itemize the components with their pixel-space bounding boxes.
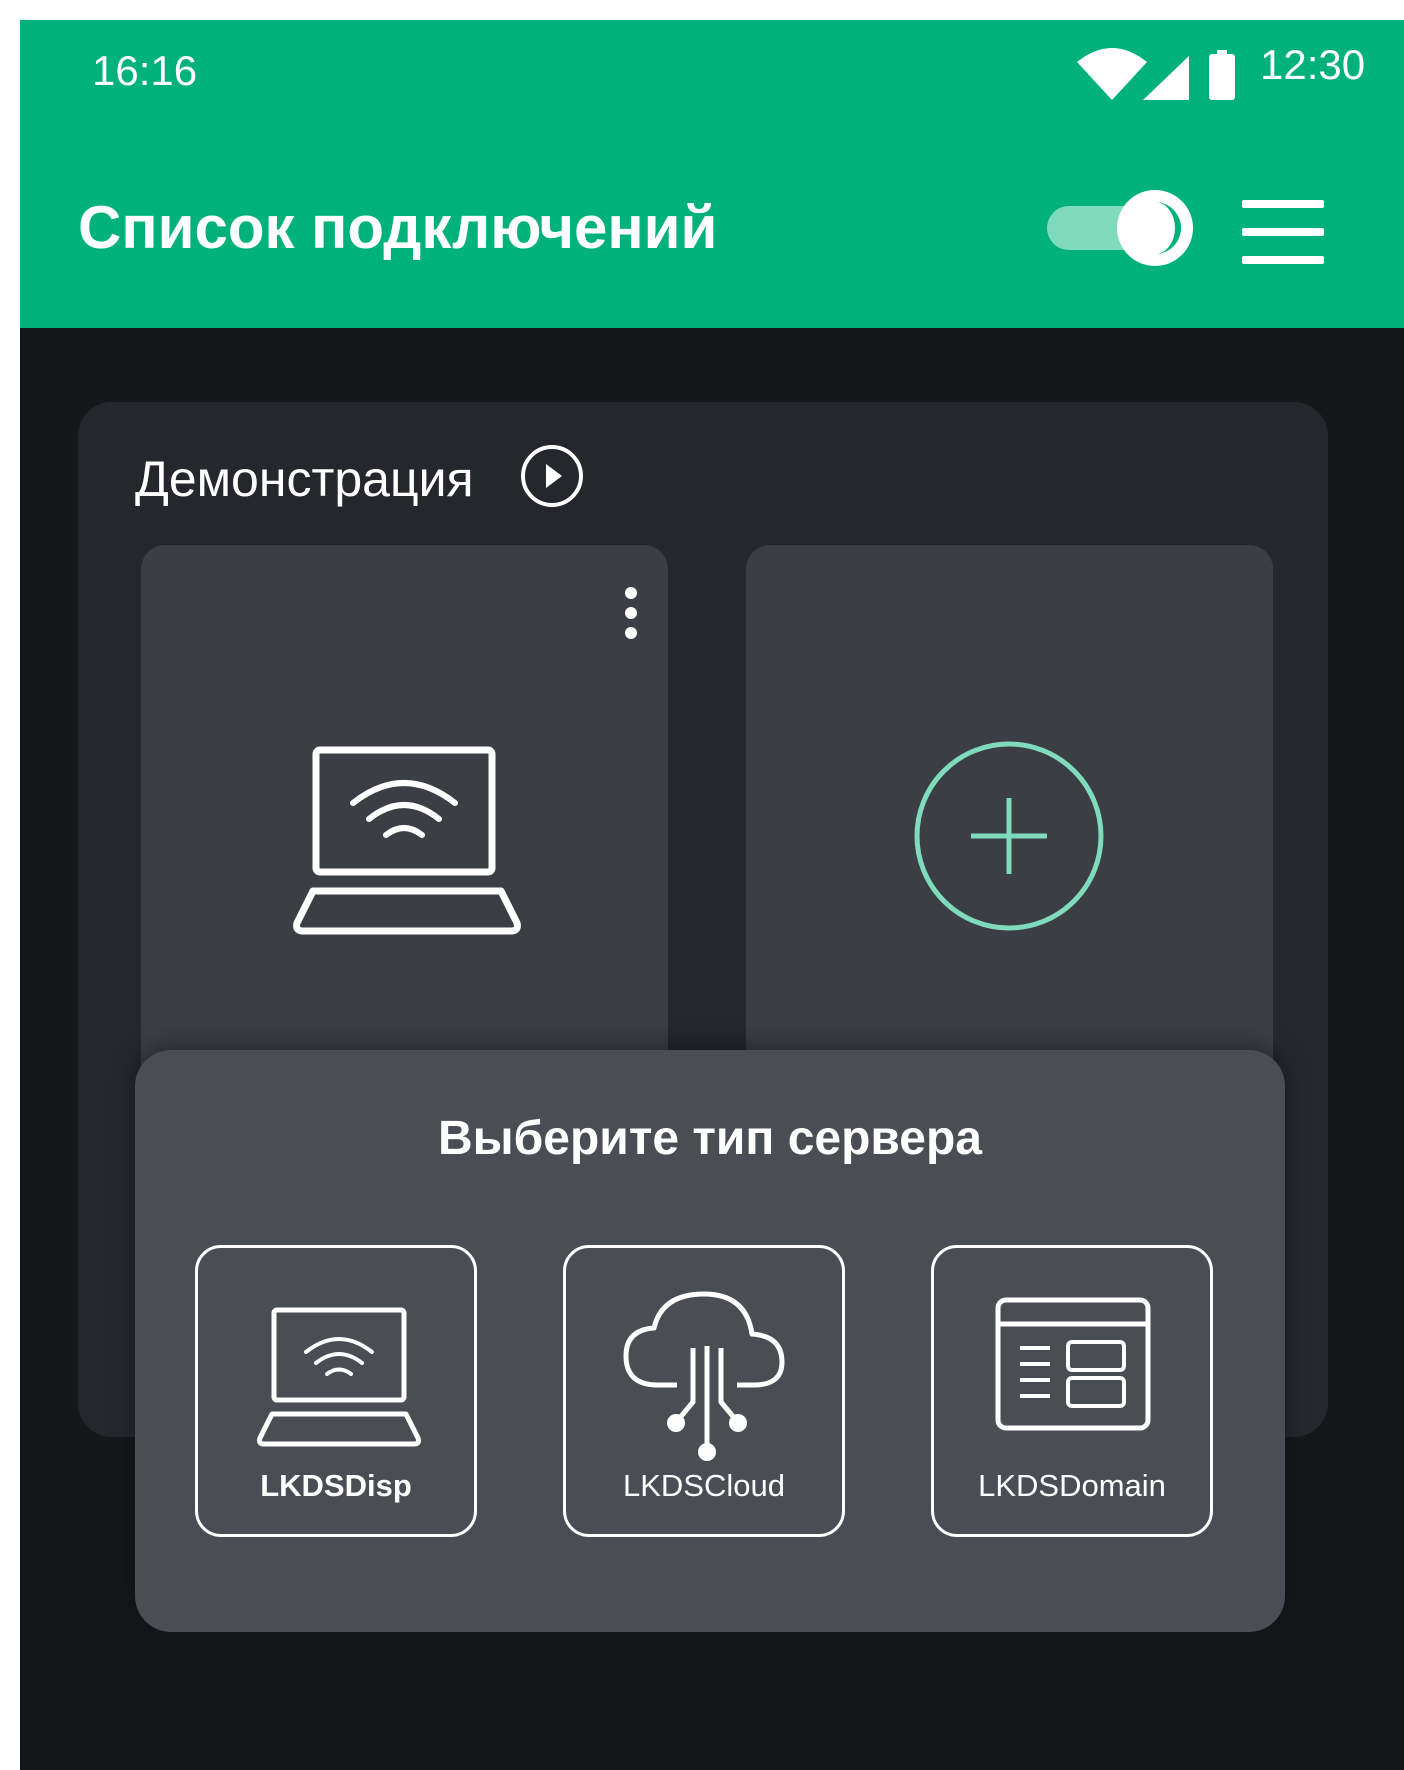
server-option-lkdsdomain[interactable]: LKDSDomain xyxy=(931,1245,1213,1537)
server-option-label: LKDSDisp xyxy=(260,1468,412,1503)
menu-bar-top xyxy=(1242,200,1324,208)
server-option-lkdsdisp[interactable]: LKDSDisp xyxy=(195,1245,477,1537)
server-option-label: LKDSDomain xyxy=(978,1468,1166,1503)
app-bar: 16:16 12:30 Список подключений xyxy=(20,20,1404,328)
page-title: Список подключений xyxy=(78,194,718,261)
app-screen: 16:16 12:30 Список подключений Демонстра… xyxy=(20,20,1404,1770)
more-vert-icon[interactable] xyxy=(611,583,651,643)
add-circle-icon xyxy=(914,741,1104,931)
wifi-icon xyxy=(1077,48,1147,100)
status-clock-left: 16:16 xyxy=(92,47,198,94)
battery-icon xyxy=(1209,50,1235,100)
status-clock-right: 12:30 xyxy=(1260,41,1366,88)
sheet-title: Выберите тип сервера xyxy=(437,1112,982,1165)
server-option-lkdscloud[interactable]: LKDSCloud xyxy=(563,1245,845,1537)
cloud-network-icon xyxy=(623,1291,785,1461)
domain-window-icon xyxy=(995,1297,1151,1431)
dark-mode-icon xyxy=(1117,190,1193,266)
signal-icon xyxy=(1143,56,1189,100)
play-circle-icon[interactable] xyxy=(518,442,586,510)
laptop-wifi-icon xyxy=(257,1307,421,1447)
menu-bar-bottom xyxy=(1242,256,1324,264)
server-option-label: LKDSCloud xyxy=(623,1468,785,1503)
theme-toggle[interactable] xyxy=(1045,188,1195,268)
demo-section-title: Демонстрация xyxy=(135,451,474,507)
menu-button[interactable] xyxy=(1238,198,1328,266)
server-type-sheet: Выберите тип сервера LKDSDisp LKDSCloud … xyxy=(135,1050,1285,1632)
laptop-wifi-icon xyxy=(293,746,521,935)
status-icons xyxy=(1077,48,1235,100)
menu-bar-middle xyxy=(1242,228,1324,236)
